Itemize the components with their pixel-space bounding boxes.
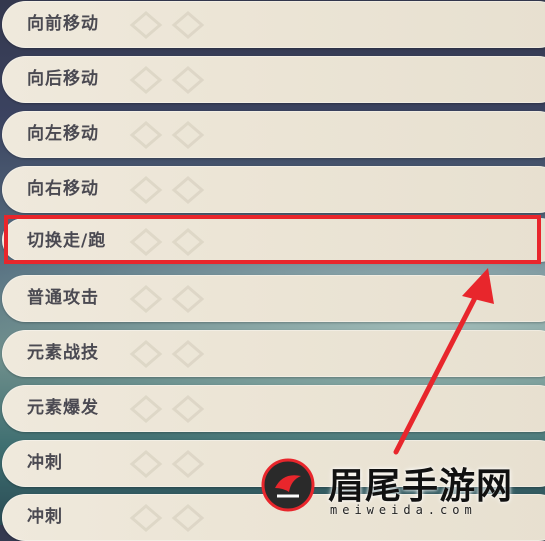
keybind-row-normal-attack[interactable]: 普通攻击	[2, 275, 545, 322]
row-decoration-icon	[129, 340, 205, 368]
row-decoration-icon	[129, 395, 205, 423]
keybind-row-move-right[interactable]: 向右移动	[2, 166, 545, 213]
keybind-label: 向左移动	[27, 124, 99, 144]
keybind-label: 元素爆发	[27, 398, 99, 418]
row-decoration-icon	[129, 450, 205, 478]
keybind-label: 冲刺	[27, 453, 63, 473]
watermark: 眉尾手游网 meiweida.com	[258, 453, 545, 525]
keybind-label: 冲刺	[27, 507, 63, 527]
watermark-logo-icon	[261, 458, 315, 512]
keybind-row-move-left[interactable]: 向左移动	[2, 111, 545, 158]
highlight-box	[4, 215, 541, 264]
row-decoration-icon	[129, 176, 205, 204]
watermark-url-text: meiweida.com	[330, 503, 477, 517]
row-decoration-icon	[129, 66, 205, 94]
keybind-row-elemental-skill[interactable]: 元素战技	[2, 330, 545, 377]
keybind-label: 元素战技	[27, 343, 99, 363]
keybind-label: 向右移动	[27, 179, 99, 199]
keybind-label: 向后移动	[27, 69, 99, 89]
row-decoration-icon	[129, 504, 205, 532]
row-decoration-icon	[129, 11, 205, 39]
row-decoration-icon	[129, 121, 205, 149]
keybind-label: 向前移动	[27, 14, 99, 34]
row-decoration-icon	[129, 285, 205, 313]
keybind-row-move-forward[interactable]: 向前移动	[2, 1, 545, 48]
keybind-row-elemental-burst[interactable]: 元素爆发	[2, 385, 545, 432]
keybind-row-move-back[interactable]: 向后移动	[2, 56, 545, 103]
keybind-label: 普通攻击	[27, 288, 99, 308]
watermark-brand-text: 眉尾手游网	[328, 465, 514, 507]
